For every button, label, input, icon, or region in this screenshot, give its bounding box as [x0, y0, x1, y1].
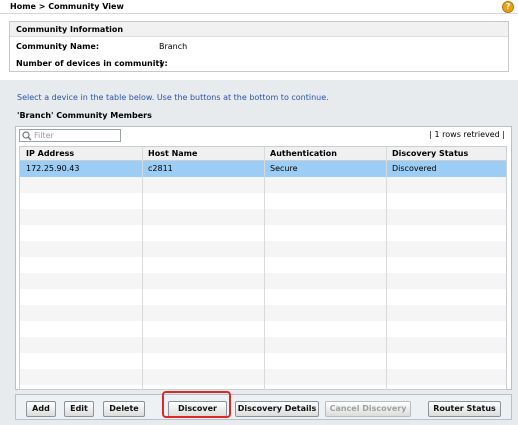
column-header-host-name[interactable]: Host Name: [142, 147, 264, 161]
members-table-container: Filter | 1 rows retrieved | IP Address H…: [15, 126, 512, 390]
discover-highlight-box: [162, 391, 231, 418]
empty-row: [20, 353, 506, 369]
search-icon: [22, 131, 32, 141]
filter-placeholder: Filter: [34, 131, 54, 140]
column-divider: [386, 147, 387, 390]
panel-title: Community Information: [10, 22, 508, 37]
column-divider: [142, 147, 143, 390]
empty-row: [20, 305, 506, 321]
empty-row: [20, 177, 506, 193]
column-divider: [264, 147, 265, 390]
community-name-label: Community Name:: [16, 42, 100, 51]
column-header-ip-address[interactable]: IP Address: [20, 147, 142, 161]
cell-host-name: c2811: [148, 164, 173, 173]
empty-row: [20, 241, 506, 257]
empty-row: [20, 337, 506, 353]
help-icon[interactable]: ?: [502, 1, 514, 13]
breadcrumb[interactable]: Home > Community View: [10, 2, 124, 11]
devices-count-value: 1: [159, 59, 165, 68]
empty-row: [20, 257, 506, 273]
empty-row: [20, 193, 506, 209]
action-button-bar: Add Edit Delete Discover Discovery Detai…: [15, 394, 512, 420]
empty-row: [20, 273, 506, 289]
instruction-text: Select a device in the table below. Use …: [17, 93, 329, 102]
empty-row: [20, 369, 506, 385]
community-information-panel: Community Information Community Name: Br…: [9, 21, 509, 72]
top-bar: Home > Community View ?: [0, 0, 518, 14]
filter-input[interactable]: Filter: [19, 129, 121, 142]
router-status-button[interactable]: Router Status: [428, 401, 501, 417]
empty-row: [20, 209, 506, 225]
rows-retrieved: | 1 rows retrieved |: [429, 130, 505, 139]
cell-ip-address: 172.25.90.43: [26, 164, 80, 173]
add-button[interactable]: Add: [26, 401, 56, 417]
discovery-details-button[interactable]: Discovery Details: [235, 401, 319, 417]
column-header-discovery-status[interactable]: Discovery Status: [386, 147, 506, 161]
cancel-discovery-button: Cancel Discovery: [325, 401, 411, 417]
members-title: 'Branch' Community Members: [17, 111, 152, 120]
empty-row: [20, 225, 506, 241]
cell-authentication: Secure: [270, 164, 298, 173]
community-name-value: Branch: [159, 42, 188, 51]
delete-button[interactable]: Delete: [103, 401, 145, 417]
members-table: IP Address Host Name Authentication Disc…: [19, 146, 507, 390]
edit-button[interactable]: Edit: [64, 401, 94, 417]
empty-row: [20, 289, 506, 305]
devices-count-label: Number of devices in community:: [16, 59, 168, 68]
column-header-authentication[interactable]: Authentication: [264, 147, 386, 161]
cell-discovery-status: Discovered: [392, 164, 437, 173]
empty-row: [20, 321, 506, 337]
